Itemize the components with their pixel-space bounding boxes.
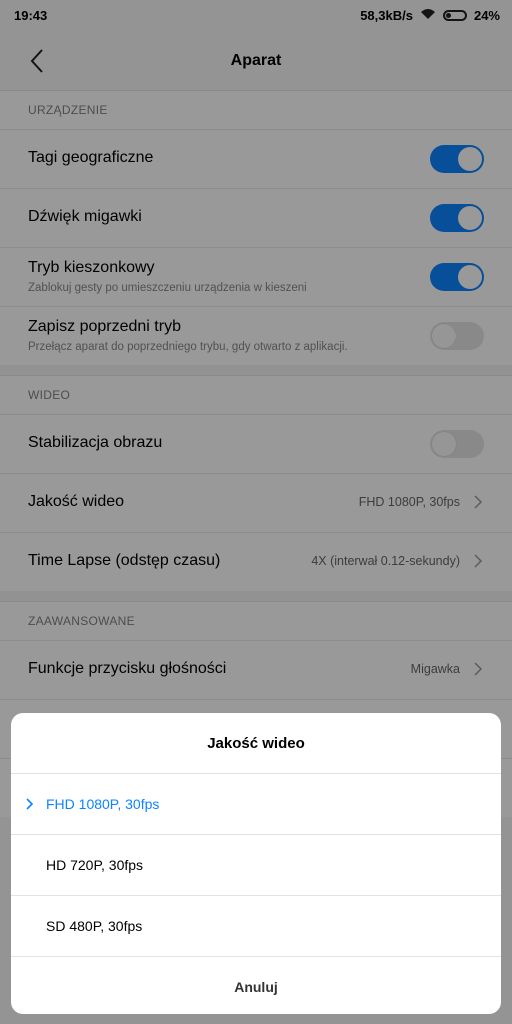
dialog-title: Jakość wideo	[11, 713, 501, 774]
option-fhd[interactable]: FHD 1080P, 30fps	[11, 774, 501, 835]
option-sd[interactable]: SD 480P, 30fps	[11, 896, 501, 957]
chevron-right-icon	[26, 798, 34, 810]
option-hd[interactable]: HD 720P, 30fps	[11, 835, 501, 896]
option-label: FHD 1080P, 30fps	[46, 796, 160, 812]
option-label: HD 720P, 30fps	[46, 857, 144, 873]
cancel-button[interactable]: Anuluj	[11, 957, 501, 1014]
option-label: SD 480P, 30fps	[46, 918, 143, 934]
video-quality-dialog: Jakość wideo FHD 1080P, 30fps HD 720P, 3…	[11, 713, 501, 1014]
